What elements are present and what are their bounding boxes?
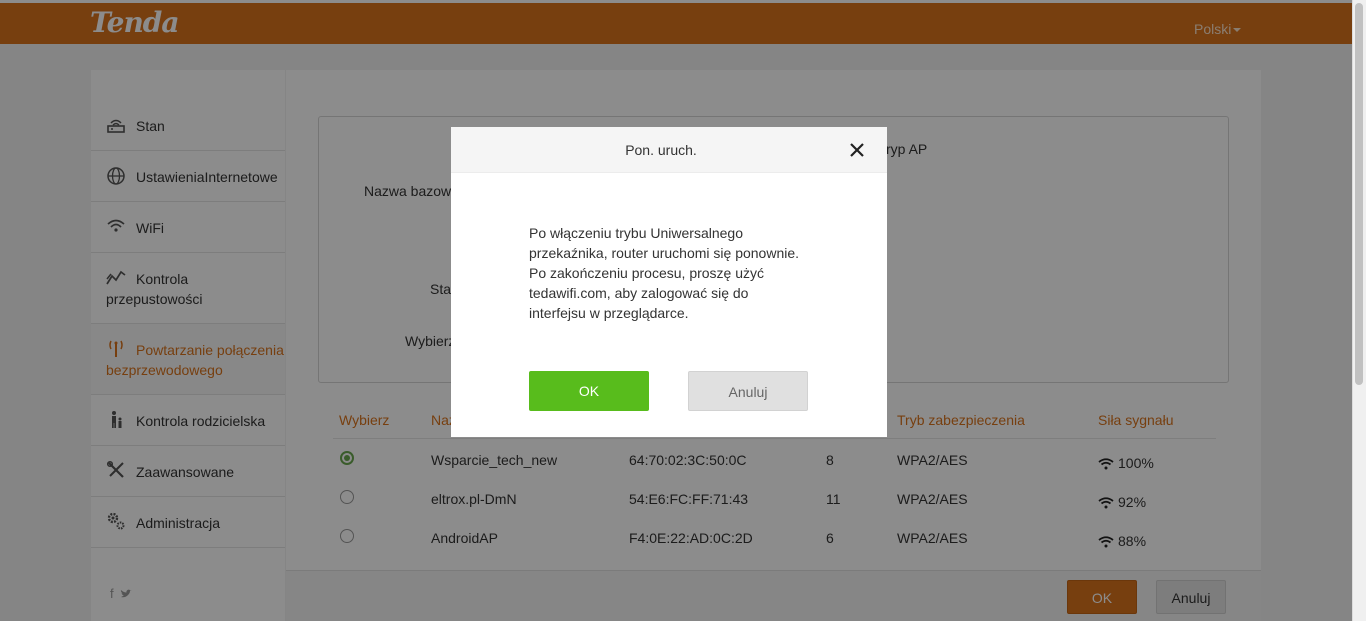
dialog-message: Po włączeniu trybu Uniwersalnego przekaź… <box>529 223 819 323</box>
message-line: tedawifi.com, aby zalogować się do <box>529 285 749 301</box>
scrollbar-thumb[interactable] <box>1355 3 1363 385</box>
reboot-dialog: Pon. uruch. Po włączeniu trybu Uniwersal… <box>451 127 887 437</box>
message-line: Po zakończeniu procesu, proszę użyć <box>529 265 765 281</box>
message-line: przekaźnika, router uruchomi się ponowni… <box>529 245 800 261</box>
message-line: interfejsu w przeglądarce. <box>529 305 689 321</box>
dialog-cancel-button[interactable]: Anuluj <box>688 371 808 411</box>
close-icon[interactable] <box>848 141 866 159</box>
message-line: Po włączeniu trybu Uniwersalnego <box>529 225 743 241</box>
dialog-header: Pon. uruch. <box>451 127 887 173</box>
dialog-title: Pon. uruch. <box>625 142 697 158</box>
dialog-ok-button[interactable]: OK <box>529 371 649 411</box>
